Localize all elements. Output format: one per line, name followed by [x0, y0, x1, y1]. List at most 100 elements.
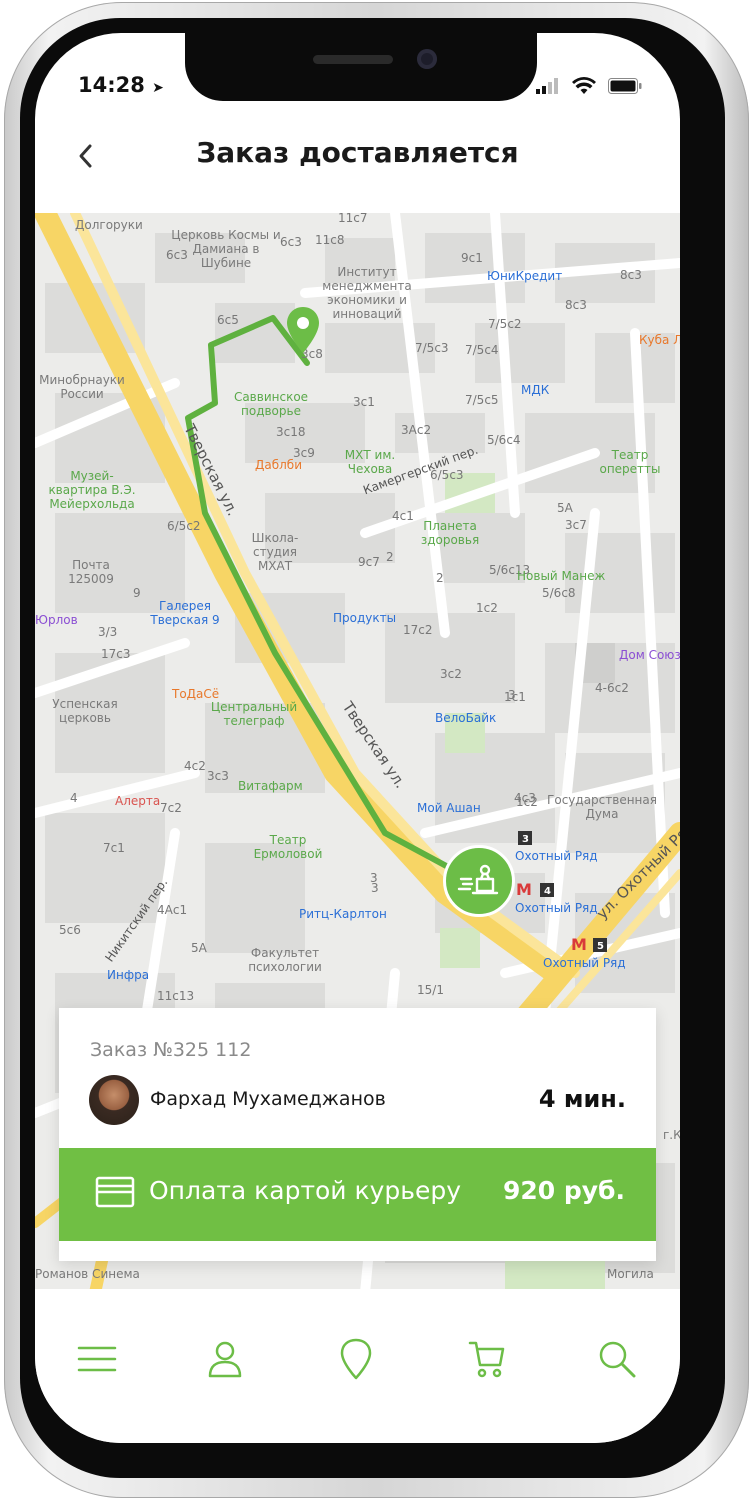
cart-icon [468, 1341, 505, 1378]
svg-text:4: 4 [544, 886, 551, 897]
poi-label: Факультет психологии [245, 946, 325, 974]
poi-name: Романов Синема [35, 1267, 140, 1281]
house-number: 3с2 [440, 667, 462, 681]
poi-label: Школа-студия МХАТ [235, 531, 315, 573]
location-icon [340, 1338, 372, 1380]
poi-name: Витафарм [238, 779, 303, 793]
poi-name: Успенская церковь [52, 697, 118, 725]
poi-label: Романов Синема [35, 1267, 140, 1281]
poi-label: Государственная Дума [547, 793, 657, 821]
poi-label: Галерея Тверская 9 [145, 599, 225, 627]
destination-pin-icon[interactable] [285, 305, 321, 355]
poi-name: ЮниКредит [487, 269, 563, 283]
house-number: 5А [557, 501, 573, 515]
poi-name: Институт менеджмента экономики и инновац… [322, 265, 412, 321]
courier-avatar [89, 1075, 139, 1125]
poi-name: Юрлов [35, 613, 78, 627]
house-number: 7с2 [160, 801, 182, 815]
poi-label: Успенская церковь [50, 697, 120, 725]
poi-name: Церковь Космы и Дамиана в Шубине [171, 228, 281, 270]
tab-location[interactable] [334, 1337, 378, 1381]
menu-icon [77, 1346, 117, 1372]
house-number: 1с2 [516, 795, 538, 809]
poi-label: г.К [663, 1128, 680, 1142]
house-number: 6/5с3 [430, 468, 464, 482]
tab-search[interactable] [595, 1337, 639, 1381]
poi-label: ВелоБайк [435, 711, 496, 725]
house-number: 6с5 [217, 313, 239, 327]
search-icon [599, 1341, 636, 1378]
house-number: 5А [191, 941, 207, 955]
tab-cart[interactable] [465, 1337, 509, 1381]
poi-name: Музей-квартира В.Э. Мейерхольда [48, 469, 136, 511]
status-time: 14:28 ➤ [78, 73, 164, 97]
poi-label: Новый Манеж [517, 569, 605, 583]
credit-card-icon [95, 1176, 135, 1208]
poi-label: Юрлов [35, 613, 78, 627]
poi-name: Алерта [115, 794, 161, 808]
house-number: 7с1 [103, 841, 125, 855]
poi-name: Куба Л [639, 333, 680, 347]
poi-label: Могила [607, 1267, 654, 1281]
poi-label: Минобрнауки России [37, 373, 127, 401]
poi-label: ЮниКредит [487, 269, 562, 283]
notch [185, 33, 537, 101]
poi-label: Церковь Космы и Дамиана в Шубине [171, 228, 281, 270]
house-number: 3Ас2 [401, 423, 432, 437]
poi-name: МДК [521, 383, 550, 397]
poi-label: Почта 125009 [61, 558, 121, 586]
poi-name: Могила [607, 1267, 654, 1281]
house-number: 3с18 [276, 425, 306, 439]
house-number: 8с3 [620, 268, 642, 282]
svg-text:М: М [571, 935, 587, 954]
poi-label: Саввинское подворье [231, 390, 311, 418]
house-number: 2 [436, 571, 444, 585]
poi-name: Факультет психологии [248, 946, 322, 974]
tab-profile[interactable] [203, 1337, 247, 1381]
house-number: 7/5с2 [488, 317, 522, 331]
poi-name: Галерея Тверская 9 [150, 599, 220, 627]
courier-marker[interactable] [443, 845, 515, 917]
poi-name: Мой Ашан [417, 801, 481, 815]
house-number: 3с7 [565, 518, 587, 532]
house-number: 17с3 [101, 647, 131, 661]
house-number: 8с3 [565, 298, 587, 312]
location-arrow-icon: ➤ [152, 80, 164, 96]
poi-name: Государственная Дума [547, 793, 657, 821]
house-number: 3/3 [98, 625, 118, 639]
order-card[interactable]: Заказ №325 112 Фархад Мухамеджанов 4 мин… [59, 1008, 656, 1261]
poi-name: Театр оперетты [599, 448, 661, 476]
battery-icon [608, 78, 642, 94]
courier-icon [457, 864, 499, 895]
house-number: 1с2 [476, 601, 498, 615]
signal-icon [536, 78, 558, 94]
svg-text:5: 5 [597, 941, 604, 952]
eta-time: 4 мин. [538, 1085, 626, 1113]
house-number: 5/6с4 [487, 433, 521, 447]
house-number: 4 [70, 791, 78, 805]
phone-screen: 14:28 ➤ Заказ доставляется 3 4 5 М М Тве… [35, 33, 680, 1443]
poi-label: Центральный телеграф [209, 700, 299, 728]
poi-label: МДК [521, 383, 549, 397]
poi-name: ТоДаСё [172, 687, 220, 701]
house-number: 7/5с4 [465, 343, 499, 357]
front-camera [417, 49, 437, 69]
payment-bar[interactable]: Оплата картой курьеру 920 руб. [59, 1148, 656, 1241]
poi-label: ТоДаСё [172, 687, 219, 701]
house-number: 4с2 [184, 759, 206, 773]
poi-name: Новый Манеж [517, 569, 606, 583]
poi-name: г.К [663, 1128, 680, 1142]
poi-name: Продукты [333, 611, 397, 625]
courier-name: Фархад Мухамеджанов [150, 1088, 386, 1110]
poi-name: Охотный Ряд [515, 901, 598, 915]
house-number: 5/6с8 [542, 586, 576, 600]
speaker [313, 55, 393, 64]
poi-name: Театр Ермоловой [253, 833, 323, 861]
status-time-text: 14:28 [78, 73, 145, 97]
tab-menu[interactable] [75, 1337, 119, 1381]
house-number: 11с13 [157, 989, 195, 1003]
house-number: 3с3 [207, 769, 229, 783]
house-number: 6/5с2 [167, 519, 201, 533]
poi-name: Дом Союзо [619, 648, 680, 662]
poi-name: Охотный Ряд [543, 956, 626, 970]
